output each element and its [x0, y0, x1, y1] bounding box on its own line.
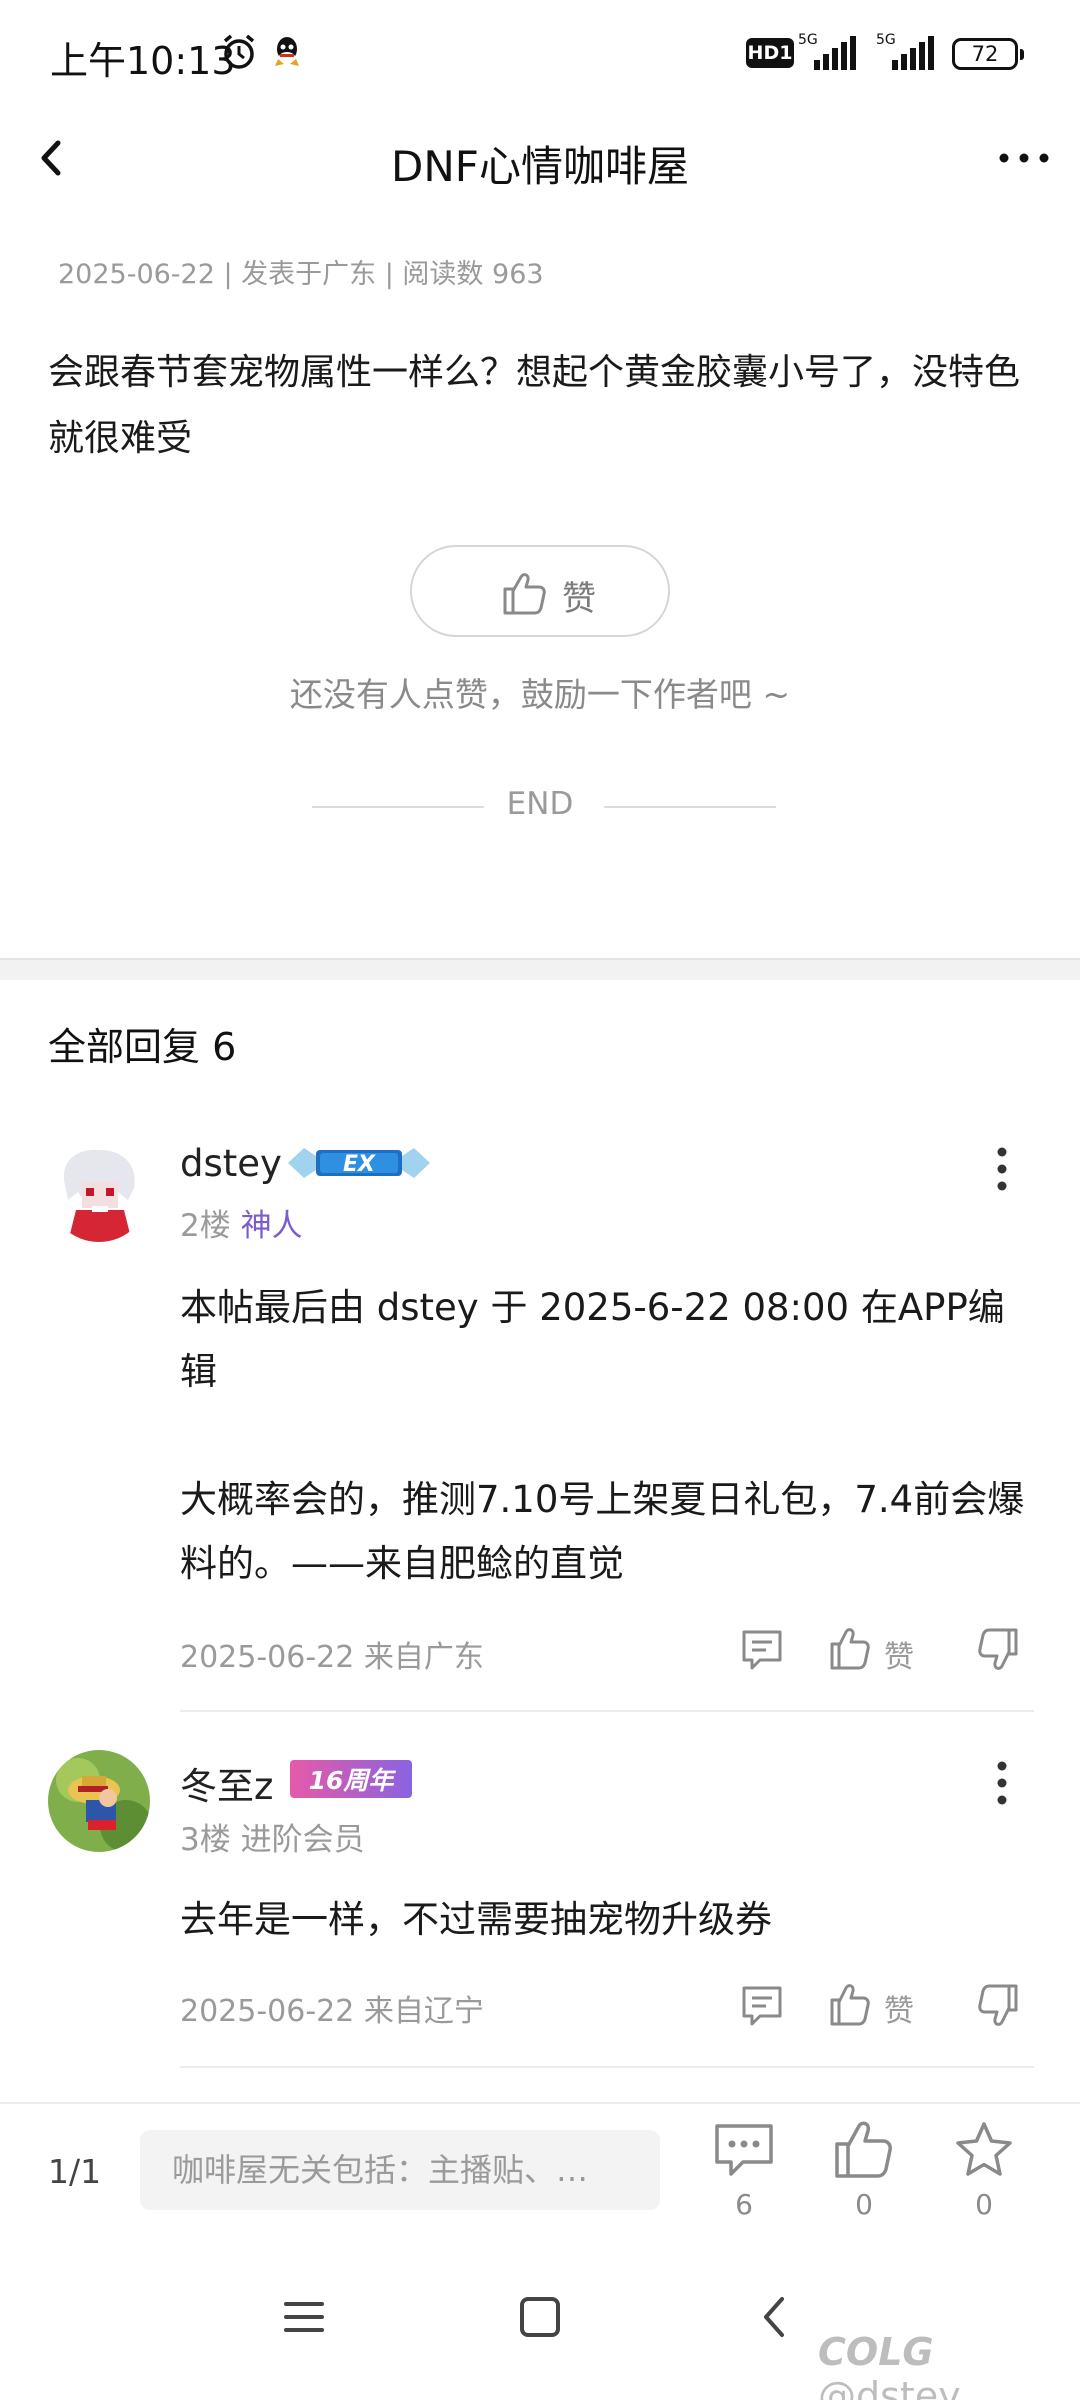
comment-floor: 3楼 进阶会员 [180, 1814, 365, 1859]
watermark-site: COLG [818, 2330, 934, 2374]
alarm-icon [223, 34, 255, 69]
home-icon[interactable] [514, 2292, 566, 2342]
thumbs-up-icon[interactable] [833, 2120, 895, 2180]
end-divider-right [604, 806, 776, 808]
end-label: END [506, 786, 574, 822]
comment-username[interactable]: 冬至z [180, 1756, 273, 1810]
replies-header: 全部回复 6 [48, 1025, 237, 1069]
user-rank: 神人 [240, 1208, 303, 1244]
comment-username[interactable]: dstey [180, 1142, 282, 1185]
floor-number: 3楼 [180, 1822, 231, 1858]
post-meta: 2025-06-22 | 发表于广东 | 阅读数 963 [58, 259, 544, 290]
avatar[interactable] [48, 1750, 150, 1852]
like-button[interactable]: 赞 [410, 545, 670, 637]
anniversary-badge-label: 16周年 [309, 1766, 397, 1795]
menu-icon[interactable] [278, 2292, 330, 2342]
anniversary-badge: 16周年 [290, 1760, 412, 1798]
top-nav: DNF心情咖啡屋 [0, 105, 1080, 210]
thumbs-up-icon [503, 573, 546, 615]
comment-separator [180, 1710, 1034, 1712]
battery-indicator: 72 [952, 38, 1024, 70]
user-rank: 进阶会员 [240, 1822, 365, 1858]
bottom-action-bar: 1/1 咖啡屋无关包括：主播贴、… 6 0 0 [0, 2102, 1080, 2242]
page-title: DNF心情咖啡屋 [391, 142, 689, 191]
reply-input[interactable]: 咖啡屋无关包括：主播贴、… [140, 2130, 660, 2210]
comment-footer: 2025-06-22 来自辽宁 [180, 1994, 484, 2029]
avatar-image [48, 1140, 150, 1242]
hd-indicator: HD1 [746, 38, 794, 68]
like-count: 0 [855, 2188, 873, 2221]
comment-more-icon[interactable] [984, 1756, 1020, 1810]
page-indicator[interactable]: 1/1 [48, 2152, 101, 2191]
thumbs-up-icon[interactable] [828, 1624, 872, 1674]
net1-label: 5G [798, 32, 818, 48]
comment-text: 去年是一样，不过需要抽宠物升级券 [180, 1898, 772, 1941]
comment-like-label[interactable]: 赞 [884, 1986, 914, 2030]
comment-count: 6 [735, 2188, 753, 2221]
comment-edit-note: 本帖最后由 dstey 于 2025-6-22 08:00 在APP编辑 [180, 1286, 1005, 1393]
status-time: 上午10:13 [50, 39, 236, 83]
comment-floor: 2楼 神人 [180, 1200, 303, 1245]
reply-icon[interactable] [740, 1624, 784, 1674]
thumbs-down-icon[interactable] [976, 1980, 1020, 2030]
signal-icon: 5G [876, 32, 934, 70]
more-icon[interactable] [994, 135, 1054, 181]
signal-icon: 5G [798, 32, 856, 70]
post-body: 会跟春节套宠物属性一样么？想起个黄金胶囊小号了，没特色就很难受 [48, 352, 1021, 459]
back-icon[interactable] [750, 2292, 802, 2342]
ex-badge: EX [288, 1148, 430, 1178]
avatar[interactable] [48, 1140, 150, 1242]
net2-label: 5G [876, 32, 896, 48]
watermark: COLG @dstey [818, 2330, 1080, 2400]
like-label: 赞 [562, 579, 596, 619]
system-navigation-bar: COLG @dstey [0, 2242, 1080, 2400]
thumbs-up-icon[interactable] [828, 1980, 872, 2030]
comment-footer: 2025-06-22 来自广东 [180, 1640, 484, 1675]
qq-icon [275, 37, 299, 66]
reply-icon[interactable] [740, 1980, 784, 2030]
avatar-image [48, 1750, 150, 1852]
comment-separator [180, 2066, 1034, 2068]
favorite-count: 0 [975, 2188, 993, 2221]
section-divider [0, 958, 1080, 980]
ex-badge-label: EX [343, 1152, 376, 1177]
star-icon[interactable] [953, 2120, 1015, 2180]
comment-more-icon[interactable] [984, 1142, 1020, 1196]
status-bar: 上午10:13 HD1 5G 5G 72 [0, 0, 1080, 105]
thumbs-down-icon[interactable] [976, 1624, 1020, 1674]
like-hint: 还没有人点赞，鼓励一下作者吧 ~ [289, 675, 791, 714]
watermark-user: @dstey [818, 2374, 961, 2400]
comment-text: 大概率会的，推测7.10号上架夏日礼包，7.4前会爆料的。——来自肥鲶的直觉 [180, 1478, 1025, 1585]
floor-number: 2楼 [180, 1208, 231, 1244]
comment-icon[interactable] [713, 2120, 775, 2180]
comment-like-label[interactable]: 赞 [884, 1632, 914, 1676]
